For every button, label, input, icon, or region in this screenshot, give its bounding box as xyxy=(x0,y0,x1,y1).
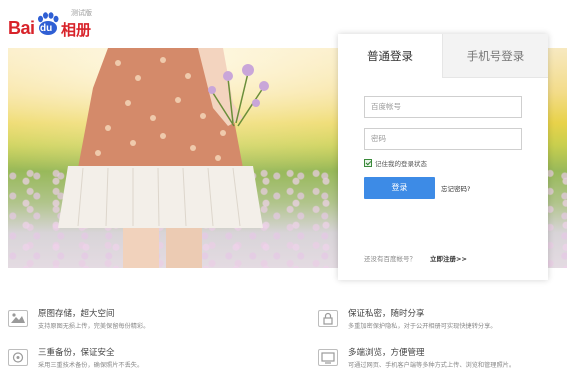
tab-mobile-login[interactable]: 手机号登录 xyxy=(442,34,548,78)
feature-desc: 支持原图无损上传，完美保留每份精彩。 xyxy=(38,323,150,330)
backup-icon xyxy=(8,349,28,366)
login-tabs: 普通登录 手机号登录 xyxy=(338,34,548,78)
logo-bai-text: Bai xyxy=(8,18,35,38)
feature-desc: 可通过网页、手机客户端等多种方式上传、浏览和管理照片。 xyxy=(348,362,516,369)
feature-desc: 多重加密保护隐私，对于公开相册可实现快捷转分享。 xyxy=(348,323,497,330)
remember-checkbox[interactable] xyxy=(364,159,372,167)
monitor-icon xyxy=(318,349,338,366)
login-button[interactable]: 登录 xyxy=(364,177,435,199)
forgot-password-link[interactable]: 忘记密码? xyxy=(441,183,470,193)
remember-me-toggle[interactable]: 记住我的登录状态 xyxy=(364,158,427,168)
logo-album-text: 相册 xyxy=(61,21,92,39)
logo-du-text: du xyxy=(40,23,53,34)
no-account-text: 还没有百度帐号？ xyxy=(364,255,416,263)
feature-title: 原图存储，超大空间 xyxy=(38,309,115,319)
feature-desc: 采用三重技术备份，确保照片不丢失。 xyxy=(38,362,144,369)
photo-icon xyxy=(8,310,28,327)
lock-icon xyxy=(318,310,338,327)
hero-girl-illustration xyxy=(58,48,269,268)
tab-normal-login[interactable]: 普通登录 xyxy=(338,34,442,78)
remember-label: 记住我的登录状态 xyxy=(375,160,427,168)
beta-badge: 测试版 xyxy=(71,9,92,17)
feature-title: 多端浏览，方便管理 xyxy=(348,348,425,358)
feature-title: 三重备份，保证安全 xyxy=(38,348,115,358)
register-link[interactable]: 立即注册>> xyxy=(430,253,467,263)
feature-title: 保证私密，随时分享 xyxy=(348,309,425,319)
account-input[interactable]: 百度帐号 xyxy=(364,96,522,118)
login-panel: 普通登录 手机号登录 百度帐号 密码 记住我的登录状态 登录 忘记密码? 还没有… xyxy=(338,34,548,280)
password-input[interactable]: 密码 xyxy=(364,128,522,150)
